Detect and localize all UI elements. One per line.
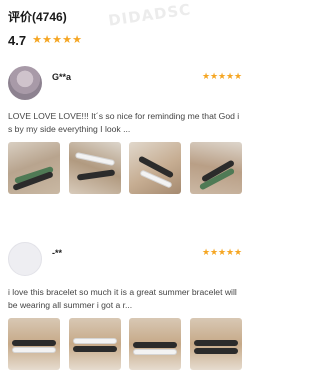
star-icon: ★	[210, 71, 219, 81]
star-icon: ★	[32, 34, 42, 46]
star-icon: ★	[218, 71, 227, 81]
star-icon: ★	[62, 34, 72, 46]
review-stars: ★ ★ ★ ★ ★	[202, 72, 242, 81]
reviewer-name: -**	[52, 248, 63, 258]
reviews-header: 评价(4746) 4.7 ★ ★ ★ ★ ★	[8, 8, 242, 48]
review-text[interactable]: LOVE LOVE LOVE!!! It´s so nice for remin…	[8, 110, 242, 136]
review-photo[interactable]	[129, 142, 182, 194]
average-stars: ★ ★ ★ ★ ★	[32, 35, 82, 46]
review-stars: ★ ★ ★ ★ ★	[202, 248, 242, 257]
reviewer-name: G**a	[52, 72, 72, 82]
review-photo[interactable]	[68, 142, 121, 194]
avatar	[8, 242, 42, 276]
reviews-title: 评价(4746)	[8, 10, 67, 24]
star-icon: ★	[234, 71, 243, 81]
review-photos	[8, 318, 242, 370]
average-rating-row: 4.7 ★ ★ ★ ★ ★	[8, 33, 242, 48]
review-photo[interactable]	[189, 142, 242, 194]
review-header: G**a ★ ★ ★ ★ ★	[8, 66, 242, 102]
review-card: G**a ★ ★ ★ ★ ★ LOVE LOVE LOVE!!! It´s so…	[8, 66, 242, 194]
average-rating: 4.7	[8, 33, 27, 48]
star-icon: ★	[42, 34, 52, 46]
review-card: -** ★ ★ ★ ★ ★ i love this bracelet so mu…	[8, 242, 242, 370]
star-icon: ★	[234, 247, 243, 257]
review-photo[interactable]	[129, 318, 182, 370]
review-photo[interactable]	[189, 318, 242, 370]
avatar	[8, 66, 42, 100]
star-icon: ★	[226, 71, 235, 81]
star-icon: ★	[72, 34, 82, 46]
review-photo[interactable]	[68, 318, 121, 370]
review-photo[interactable]	[8, 318, 60, 370]
review-header: -** ★ ★ ★ ★ ★	[8, 242, 242, 278]
review-photo[interactable]	[8, 142, 60, 194]
star-icon: ★	[218, 247, 227, 257]
star-icon: ★	[202, 247, 211, 257]
review-text[interactable]: i love this bracelet so much it is a gre…	[8, 286, 242, 312]
star-icon: ★	[202, 71, 211, 81]
star-icon: ★	[226, 247, 235, 257]
star-icon: ★	[52, 34, 62, 46]
star-icon: ★	[210, 247, 219, 257]
review-photos	[8, 142, 242, 194]
